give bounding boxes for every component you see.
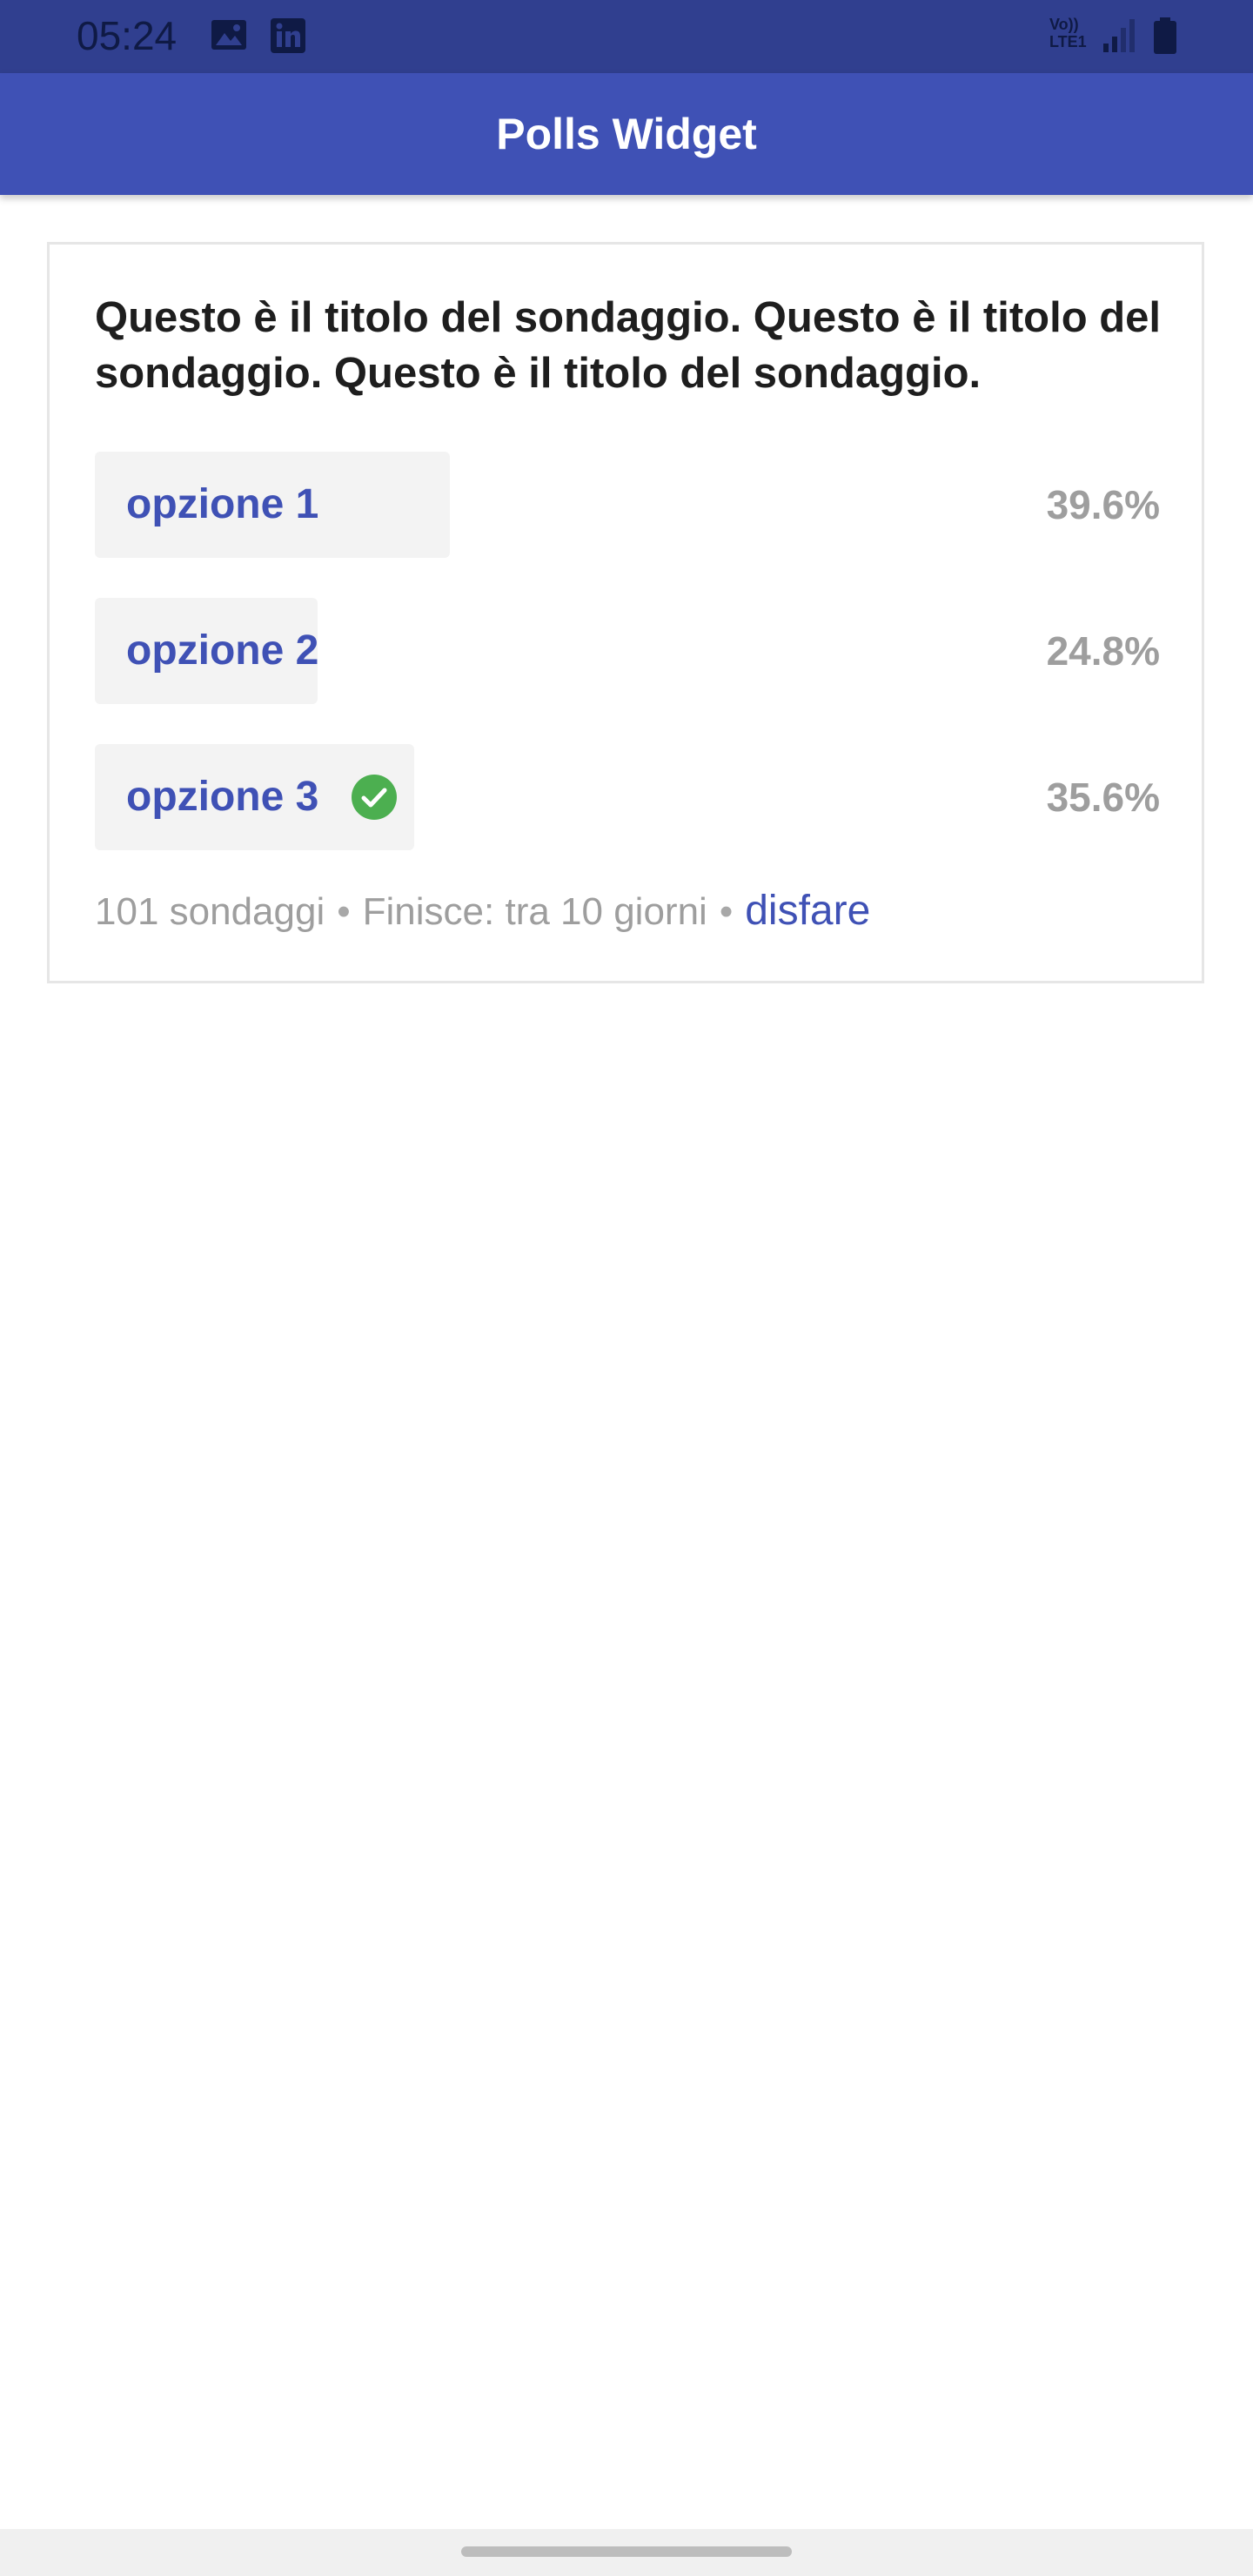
poll-option-1[interactable]: opzione 1 39.6% bbox=[95, 452, 1160, 558]
network-volte-label: Vo)) bbox=[1049, 16, 1079, 33]
option-percent: 24.8% bbox=[1046, 628, 1160, 674]
status-time: 05:24 bbox=[77, 13, 178, 58]
footer-separator: • bbox=[337, 890, 351, 933]
option-label: opzione 1 bbox=[126, 481, 319, 527]
undo-vote-link[interactable]: disfare bbox=[745, 888, 870, 934]
network-indicator: Vo)) LTE1 bbox=[1049, 16, 1087, 50]
check-circle-icon bbox=[352, 775, 397, 820]
navigation-bar bbox=[0, 2529, 1253, 2576]
poll-footer: 101 sondaggi • Finisce: tra 10 giorni • disf… bbox=[95, 885, 870, 937]
network-lte-label: LTE1 bbox=[1049, 33, 1087, 50]
signal-icon bbox=[1103, 19, 1135, 52]
vote-count: 101 sondaggi bbox=[95, 890, 325, 933]
linkedin-icon bbox=[271, 18, 305, 53]
option-percent: 35.6% bbox=[1046, 775, 1160, 820]
app-title: Polls Widget bbox=[496, 110, 757, 158]
option-label: opzione 3 bbox=[126, 774, 319, 820]
option-percent: 39.6% bbox=[1046, 482, 1160, 527]
footer-separator: • bbox=[719, 890, 734, 933]
option-label: opzione 2 bbox=[126, 627, 319, 674]
poll-option-2[interactable]: opzione 2 24.8% bbox=[95, 598, 1160, 704]
poll-end-time: Finisce: tra 10 giorni bbox=[362, 890, 707, 933]
battery-icon bbox=[1154, 17, 1176, 54]
poll-question: Questo è il titolo del sondaggio. Questo… bbox=[95, 294, 1162, 397]
status-bar: 05:24 Vo)) LTE1 bbox=[0, 0, 1253, 73]
gesture-handle[interactable] bbox=[461, 2546, 792, 2557]
poll-card: Questo è il titolo del sondaggio. Questo… bbox=[47, 242, 1204, 983]
image-icon bbox=[211, 20, 246, 50]
app-bar: Polls Widget bbox=[0, 73, 1253, 195]
poll-option-3[interactable]: opzione 3 35.6% bbox=[95, 744, 1160, 850]
